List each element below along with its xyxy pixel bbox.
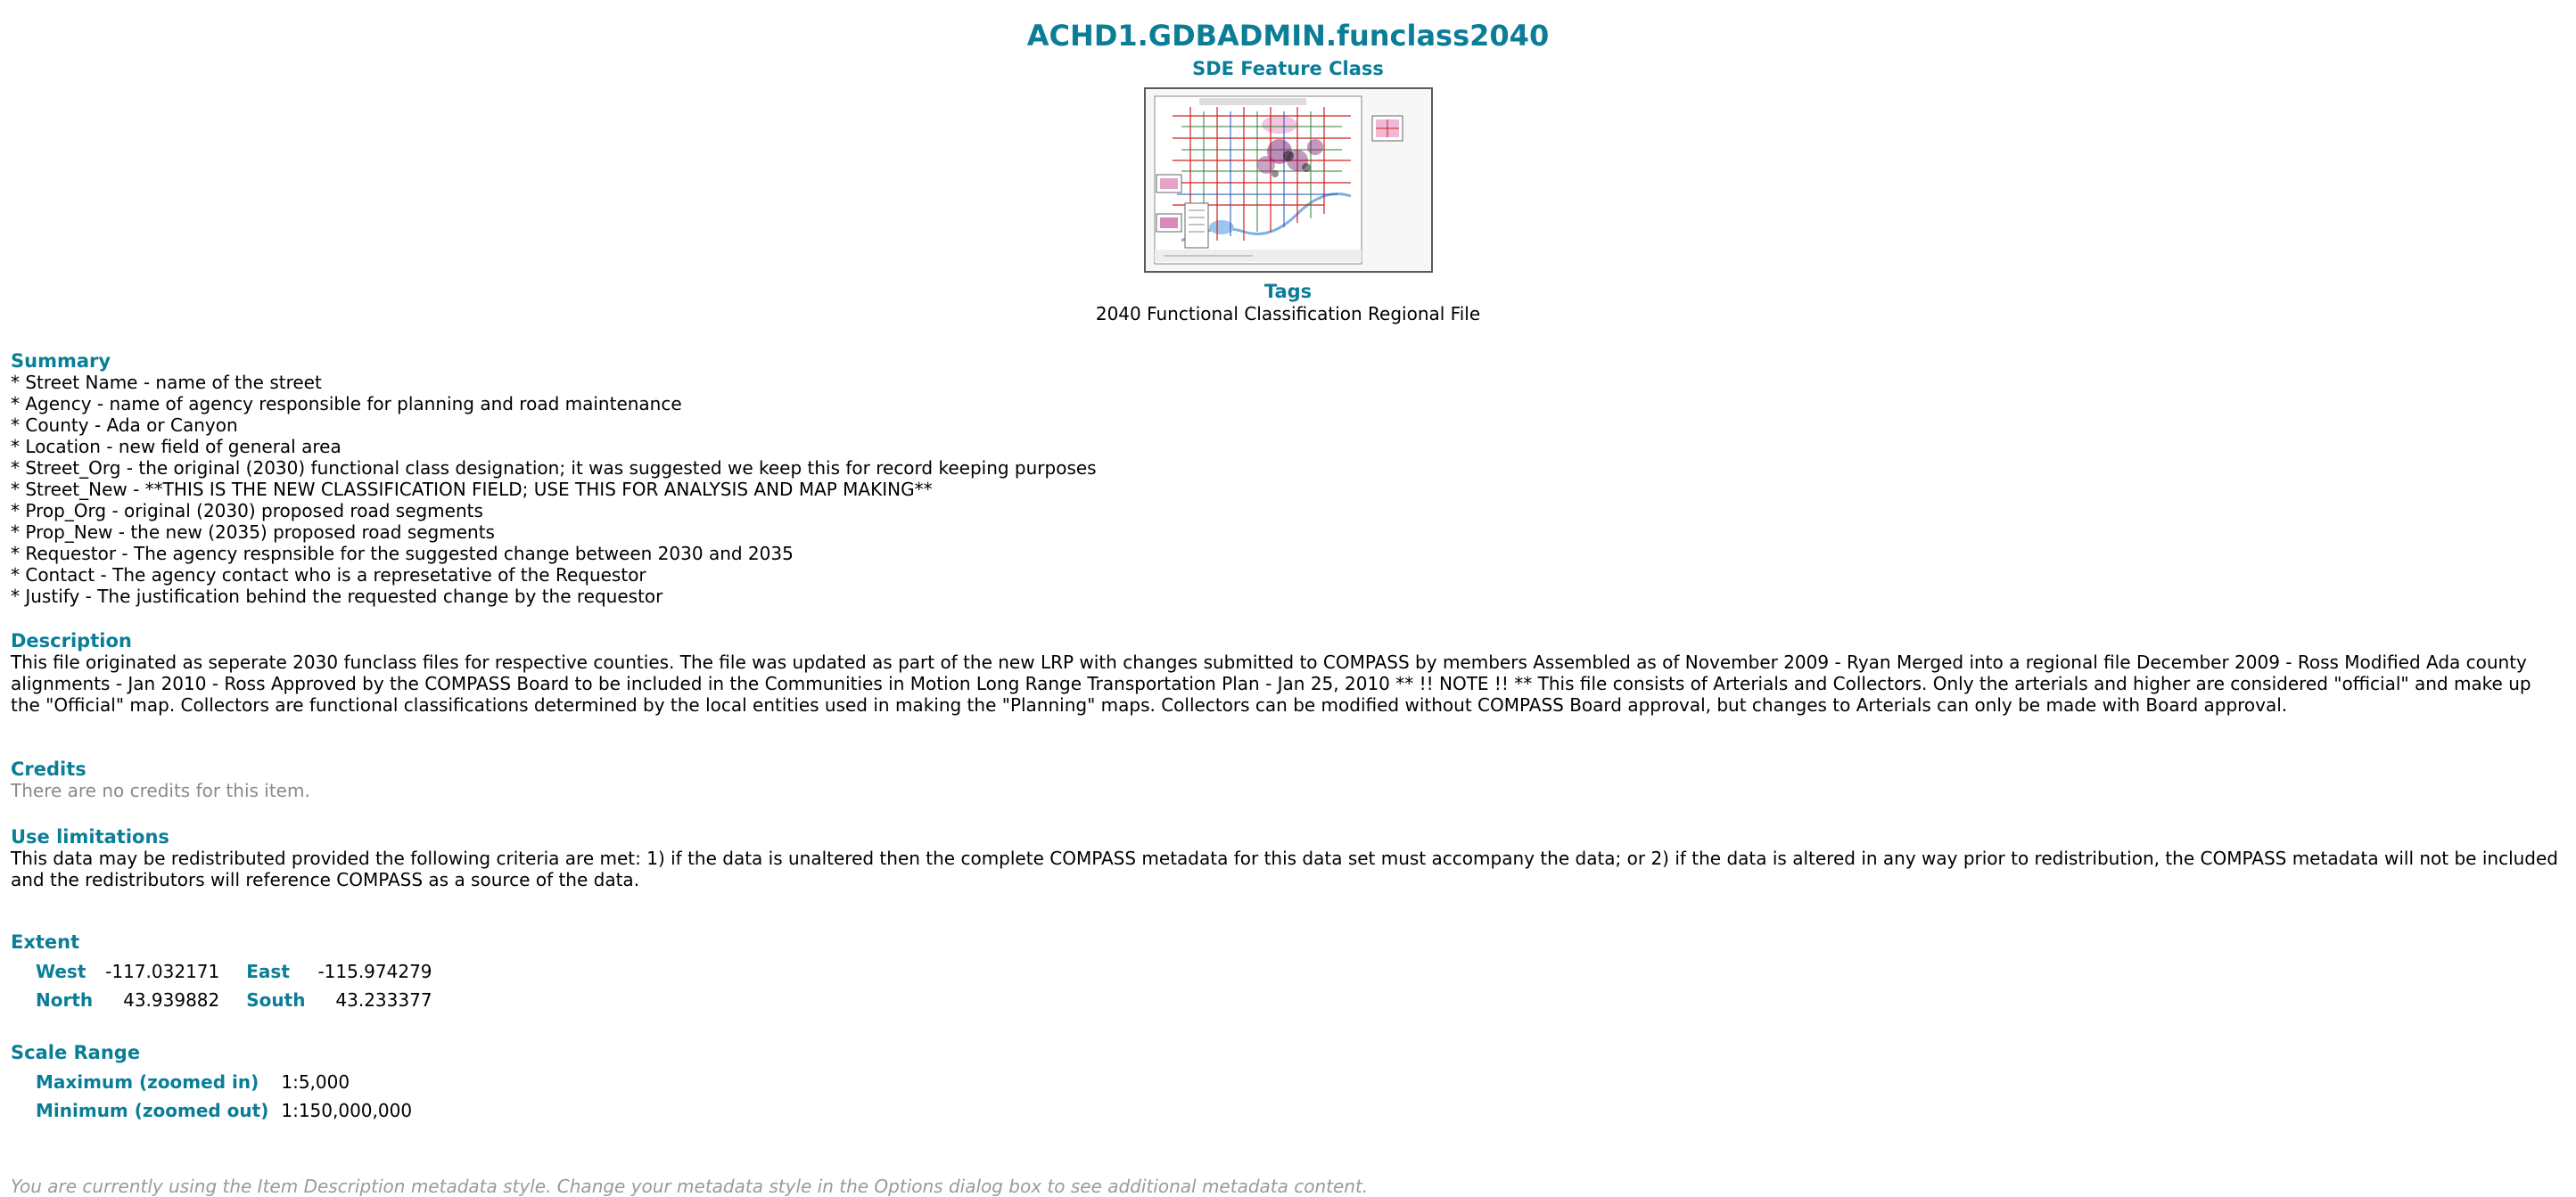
use-limitations-heading: Use limitations [11, 826, 169, 848]
summary-line: * Justify - The justification behind the… [11, 586, 663, 607]
scale-range-row: Minimum (zoomed out) 1:150,000,000 [36, 1097, 424, 1126]
description-heading: Description [11, 630, 132, 652]
north-label: North [36, 989, 94, 1011]
summary-line: * Street Name - name of the street [11, 372, 322, 393]
scale-range-section: Scale Range Maximum (zoomed in) 1:5,000 … [11, 1042, 2565, 1126]
south-value: 43.233377 [335, 989, 432, 1011]
east-value: -115.974279 [317, 961, 432, 982]
use-limitations-section: Use limitations This data may be redistr… [11, 826, 2565, 890]
west-label: West [36, 961, 86, 982]
credits-text: There are no credits for this item. [11, 780, 310, 801]
header-block: ACHD1.GDBADMIN.funclass2040 SDE Feature … [11, 18, 2565, 325]
credits-heading: Credits [11, 758, 86, 780]
extent-heading: Extent [11, 931, 80, 953]
scale-range-table: Maximum (zoomed in) 1:5,000 Minimum (zoo… [36, 1069, 424, 1126]
description-text: This file originated as seperate 2030 fu… [11, 652, 2531, 716]
page-title: ACHD1.GDBADMIN.funclass2040 [1026, 19, 1550, 53]
tags-heading: Tags [1263, 281, 1313, 302]
summary-line: * Contact - The agency contact who is a … [11, 564, 646, 586]
scale-range-heading: Scale Range [11, 1042, 141, 1063]
summary-line: * Street_Org - the original (2030) funct… [11, 457, 1097, 479]
footer-section: You are currently using the Item Descrip… [11, 1176, 2565, 1197]
description-section: Description This file originated as sepe… [11, 630, 2565, 716]
use-limitations-text: This data may be redistributed provided … [11, 848, 2558, 890]
summary-section: Summary * Street Name - name of the stre… [11, 350, 2565, 607]
extent-row: North 43.939882 South 43.233377 [36, 987, 445, 1015]
metadata-style-note: You are currently using the Item Descrip… [11, 1176, 1369, 1197]
extent-table: West -117.032171 East -115.974279 North … [36, 958, 445, 1015]
min-scale-label: Minimum (zoomed out) [36, 1100, 269, 1121]
west-value: -117.032171 [105, 961, 220, 982]
summary-line: * Prop_Org - original (2030) proposed ro… [11, 500, 483, 521]
extent-row: West -117.032171 East -115.974279 [36, 958, 445, 987]
summary-line: * Requestor - The agency respnsible for … [11, 543, 794, 564]
north-value: 43.939882 [123, 989, 220, 1011]
summary-line: * Agency - name of agency responsible fo… [11, 393, 682, 414]
max-scale-label: Maximum (zoomed in) [36, 1071, 259, 1093]
extent-section: Extent West -117.032171 East -115.974279… [11, 931, 2565, 1015]
max-scale-value: 1:5,000 [281, 1071, 350, 1093]
metadata-page: ACHD1.GDBADMIN.funclass2040 SDE Feature … [11, 0, 2565, 1197]
item-type-label: SDE Feature Class [1192, 58, 1384, 79]
map-thumbnail [1143, 87, 1433, 273]
credits-section: Credits There are no credits for this it… [11, 758, 2565, 801]
summary-line: * Street_New - **THIS IS THE NEW CLASSIF… [11, 479, 933, 500]
tags-value: 2040 Functional Classification Regional … [1095, 303, 1481, 324]
summary-heading: Summary [11, 350, 111, 372]
east-label: East [246, 961, 290, 982]
scale-range-row: Maximum (zoomed in) 1:5,000 [36, 1069, 424, 1097]
min-scale-value: 1:150,000,000 [281, 1100, 413, 1121]
summary-line: * Prop_New - the new (2035) proposed roa… [11, 521, 495, 543]
map-thumbnail-image [1145, 89, 1431, 271]
summary-line: * Location - new field of general area [11, 436, 342, 457]
south-label: South [246, 989, 306, 1011]
summary-line: * County - Ada or Canyon [11, 414, 238, 436]
